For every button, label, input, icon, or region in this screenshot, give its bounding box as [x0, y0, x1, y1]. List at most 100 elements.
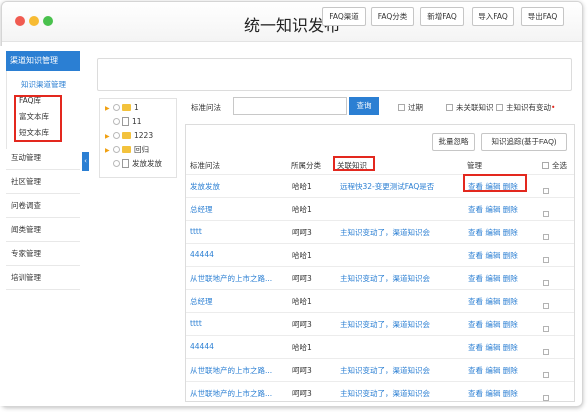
sidebar-header[interactable]: 渠道知识管理	[6, 51, 80, 71]
view-link[interactable]: 查看	[468, 389, 483, 398]
filter-expired[interactable]: 过期	[398, 102, 423, 113]
row-question-link[interactable]: tttt	[190, 319, 202, 328]
edit-link[interactable]: 编辑	[485, 228, 500, 237]
view-link[interactable]: 查看	[468, 251, 483, 260]
radio-icon[interactable]	[113, 104, 120, 111]
collapse-sidebar-icon[interactable]: ‹	[82, 152, 89, 171]
edit-link[interactable]: 编辑	[485, 389, 500, 398]
sidebar-item-survey[interactable]: 问卷调查	[6, 194, 80, 218]
sidebar-item-training[interactable]: 培训管理	[6, 266, 80, 290]
sidebar-item-community[interactable]: 社区管理	[6, 170, 80, 194]
row-question-link[interactable]: 从世联地产的上市之路...	[190, 273, 272, 284]
delete-link[interactable]: 删除	[503, 228, 518, 237]
sidebar-item-expert[interactable]: 专家管理	[6, 242, 80, 266]
table-row: 44444 哈哈1 查看 编辑 删除	[186, 243, 574, 266]
row-related-link[interactable]: 主知识变动了，渠道知识会	[340, 227, 430, 238]
checkbox-icon[interactable]	[543, 211, 549, 217]
tree-node[interactable]: 发放发放	[105, 158, 162, 170]
edit-link[interactable]: 编辑	[485, 274, 500, 283]
row-question-link[interactable]: tttt	[190, 227, 202, 236]
row-question-link[interactable]: 总经理	[190, 204, 213, 215]
row-question-link[interactable]: 44444	[190, 250, 214, 259]
row-related-link[interactable]: 主知识变动了，渠道知识会	[340, 319, 430, 330]
row-question-link[interactable]: 44444	[190, 342, 214, 351]
tree-node[interactable]: ▶ 回归	[105, 144, 149, 156]
checkbox-icon[interactable]	[542, 162, 549, 169]
tree-node[interactable]: ▶ 1	[105, 102, 139, 114]
radio-icon[interactable]	[113, 132, 120, 139]
tree-node[interactable]: 11	[105, 116, 142, 128]
knowledge-trace-button[interactable]: 知识追踪(基于FAQ)	[481, 133, 567, 151]
search-input[interactable]	[233, 97, 347, 115]
table-row: 44444 哈哈1 查看 编辑 删除	[186, 335, 574, 358]
expand-arrow-icon[interactable]: ▶	[105, 103, 111, 115]
checkbox-icon[interactable]	[543, 395, 549, 401]
export-faq-button[interactable]: 导出FAQ	[521, 7, 564, 26]
view-link[interactable]: 查看	[468, 297, 483, 306]
delete-link[interactable]: 删除	[503, 274, 518, 283]
checkbox-icon[interactable]	[543, 234, 549, 240]
folder-icon	[122, 132, 131, 139]
checkbox-icon[interactable]	[543, 303, 549, 309]
radio-icon[interactable]	[113, 146, 120, 153]
delete-link[interactable]: 删除	[503, 205, 518, 214]
edit-link[interactable]: 编辑	[485, 205, 500, 214]
row-actions: 查看 编辑 删除	[468, 342, 518, 353]
view-link[interactable]: 查看	[468, 274, 483, 283]
highlight-box-actions	[463, 174, 527, 192]
checkbox-icon[interactable]	[543, 188, 549, 194]
faq-category-button[interactable]: FAQ分类	[371, 7, 414, 26]
faq-channel-button[interactable]: FAQ渠道	[322, 7, 366, 26]
delete-link[interactable]: 删除	[503, 320, 518, 329]
sidebar-item-news[interactable]: 闻类管理	[6, 218, 80, 242]
edit-link[interactable]: 编辑	[485, 297, 500, 306]
delete-link[interactable]: 删除	[503, 366, 518, 375]
row-related-link[interactable]: 主知识变动了，渠道知识会	[340, 273, 430, 284]
row-question-link[interactable]: 从世联地产的上市之路...	[190, 388, 272, 399]
select-all[interactable]: 全选	[542, 160, 567, 171]
filter-unlinked[interactable]: 未关联知识	[446, 102, 494, 113]
edit-link[interactable]: 编辑	[485, 251, 500, 260]
row-question-link[interactable]: 总经理	[190, 296, 213, 307]
checkbox-icon[interactable]	[543, 257, 549, 263]
search-button[interactable]: 查询	[349, 97, 379, 115]
row-question-link[interactable]: 发放发放	[190, 181, 220, 192]
checkbox-icon[interactable]	[543, 372, 549, 378]
sidebar-item-interaction[interactable]: 互动管理	[6, 146, 80, 170]
filter-label: 未关联知识	[456, 103, 494, 112]
checkbox-icon[interactable]	[446, 104, 453, 111]
checkbox-icon[interactable]	[543, 326, 549, 332]
delete-link[interactable]: 删除	[503, 251, 518, 260]
checkbox-icon[interactable]	[543, 280, 549, 286]
filter-changed[interactable]: 主知识有变动•	[496, 102, 555, 113]
delete-link[interactable]: 删除	[503, 389, 518, 398]
expand-arrow-icon[interactable]: ▶	[105, 145, 111, 157]
view-link[interactable]: 查看	[468, 228, 483, 237]
edit-link[interactable]: 编辑	[485, 320, 500, 329]
edit-link[interactable]: 编辑	[485, 366, 500, 375]
radio-icon[interactable]	[113, 118, 120, 125]
checkbox-icon[interactable]	[543, 349, 549, 355]
edit-link[interactable]: 编辑	[485, 343, 500, 352]
delete-link[interactable]: 删除	[503, 297, 518, 306]
checkbox-icon[interactable]	[496, 104, 503, 111]
checkbox-icon[interactable]	[398, 104, 405, 111]
view-link[interactable]: 查看	[468, 320, 483, 329]
row-related-link[interactable]: 远程快32-变更测试FAQ是否	[340, 181, 434, 192]
add-faq-button[interactable]: 新增FAQ	[420, 7, 464, 26]
row-actions: 查看 编辑 删除	[468, 365, 518, 376]
view-link[interactable]: 查看	[468, 366, 483, 375]
row-related-link[interactable]: 主知识变动了，渠道知识会	[340, 388, 430, 399]
sidebar-sub-title[interactable]: 知识渠道管理	[21, 79, 66, 90]
tree-node[interactable]: ▶ 1223	[105, 130, 153, 142]
radio-icon[interactable]	[113, 160, 120, 167]
view-link[interactable]: 查看	[468, 343, 483, 352]
delete-link[interactable]: 删除	[503, 343, 518, 352]
expand-arrow-icon[interactable]: ▶	[105, 131, 111, 143]
row-question-link[interactable]: 从世联地产的上市之路...	[190, 365, 272, 376]
batch-ignore-button[interactable]: 批量忽略	[432, 133, 475, 151]
row-category: 哈哈1	[292, 297, 312, 306]
row-related-link[interactable]: 主知识变动了，渠道知识会	[340, 365, 430, 376]
import-faq-button[interactable]: 导入FAQ	[472, 7, 514, 26]
view-link[interactable]: 查看	[468, 205, 483, 214]
